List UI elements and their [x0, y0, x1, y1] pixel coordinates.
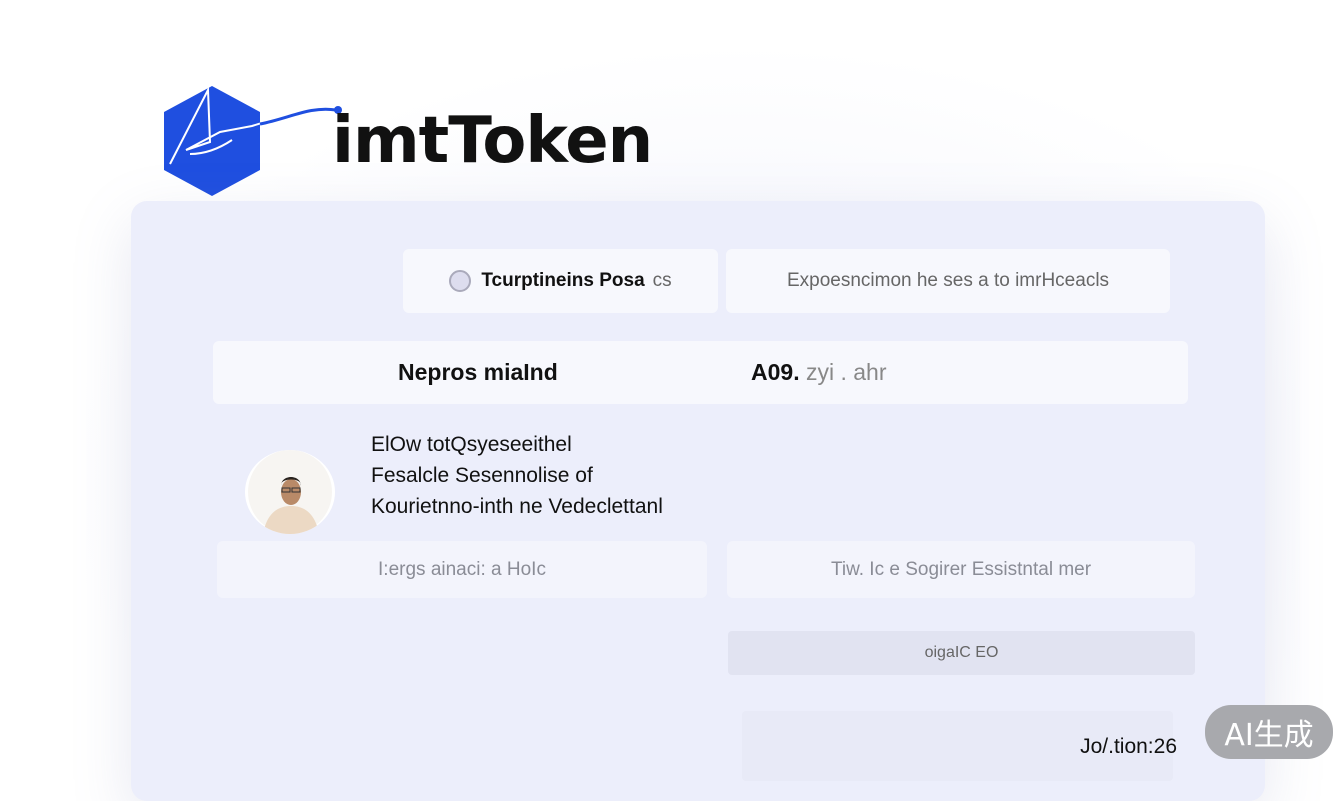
summary-label: Nepros miaInd — [398, 359, 558, 385]
description-line: ElOw totQsyeseeithel — [371, 433, 572, 456]
action-button[interactable]: oigaIC EO — [728, 631, 1195, 675]
left-field-placeholder: I:ergs ainaci: a HoIc — [378, 558, 546, 580]
circle-icon — [449, 270, 472, 292]
footer-field[interactable]: Jo/.tion:26 — [742, 711, 1177, 781]
main-card: Tcurptineins Posa cs Expoesncimon he ses… — [131, 201, 1265, 801]
tab-left[interactable]: Tcurptineins Posa cs — [403, 249, 718, 313]
summary-value-suffix: zyi . ahr — [805, 359, 887, 385]
avatar[interactable] — [245, 450, 335, 534]
tab-left-suffix: cs — [652, 270, 672, 291]
ai-badge-label: AI生成 — [1224, 718, 1314, 753]
brand-logo: imtToken — [160, 84, 680, 204]
footer-field-text: Jo/.tion:26 — [1080, 735, 1177, 758]
tab-left-label: Tcurptineins Posa — [481, 270, 645, 291]
hexagon-logo-icon — [164, 86, 342, 196]
summary-value: A09. zyi . ahr — [751, 359, 887, 386]
summary-row: Nepros miaInd A09. zyi . ahr — [213, 341, 1188, 404]
tab-right[interactable]: Expoesncimon he ses a to imrHceacls — [726, 249, 1170, 313]
action-button-label: oigaIC EO — [924, 644, 999, 661]
tab-right-label: Expoesncimon he ses a to imrHceacls — [786, 270, 1110, 291]
ai-generated-badge: AI生成 — [1205, 705, 1333, 759]
description-line: Kourietnno-inth ne Vedeclettanl — [371, 495, 663, 518]
profile-description: ElOw totQsyeseeithel Fesalcle Sesennolis… — [371, 429, 663, 522]
description-line: Fesalcle Sesennolise of — [371, 464, 593, 487]
brand-wordmark: imtToken — [332, 104, 653, 178]
right-field-placeholder: Tiw. Ic e Sogirer Essistntal mer — [830, 558, 1092, 580]
person-avatar-icon — [248, 450, 332, 534]
left-input-field[interactable]: I:ergs ainaci: a HoIc — [217, 541, 707, 598]
right-input-field[interactable]: Tiw. Ic e Sogirer Essistntal mer — [727, 541, 1195, 598]
summary-value-main: A09. — [751, 359, 800, 385]
